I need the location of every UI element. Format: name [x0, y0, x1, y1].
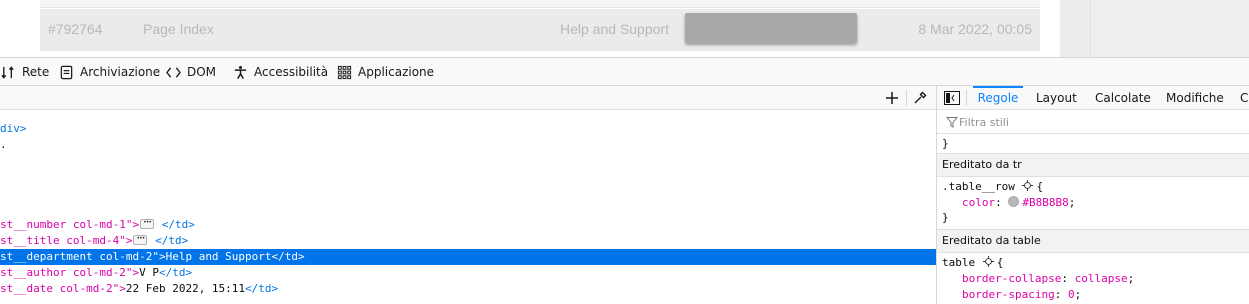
preview-right-pane — [1090, 0, 1249, 57]
markup-line[interactable]: st__title col-md-4"> </td> — [0, 231, 936, 249]
tab-changes[interactable]: Modifiche — [1166, 86, 1224, 110]
tab-label: Accessibilità — [254, 65, 329, 79]
table-row — [40, 0, 1040, 8]
tab-storage[interactable]: Archiviazione — [58, 58, 160, 86]
filter-icon — [946, 117, 958, 128]
application-icon — [336, 64, 352, 80]
markup-toolbar — [0, 86, 936, 110]
tab-label: Archiviazione — [80, 65, 161, 79]
cell-author-highlight — [685, 13, 857, 43]
rule-close-brace: } — [942, 211, 949, 224]
devtools-toolbar: Rete Archiviazione DOM Accessibilità App… — [0, 57, 1249, 86]
filter-bar — [937, 110, 1249, 134]
grid-highlighter-icon[interactable] — [982, 256, 994, 267]
tab-compatibility[interactable]: Co — [1240, 86, 1249, 110]
markup-line-selected[interactable]: st__department col-md-2">Help and Suppor… — [0, 249, 936, 265]
tab-label: Rete — [22, 65, 50, 79]
table-card: #792764 Page Index Help and Support 8 Ma… — [0, 0, 1060, 57]
tab-network[interactable]: Rete — [0, 58, 49, 86]
collapsed-node-button[interactable] — [133, 231, 148, 247]
markup-line[interactable]: div> — [0, 121, 936, 137]
table-row[interactable]: #792764 Page Index Help and Support 8 Ma… — [40, 9, 1040, 51]
cell-date: 8 Mar 2022, 00:05 — [918, 21, 1032, 37]
dom-icon — [165, 64, 181, 80]
eyedropper-button[interactable] — [911, 89, 929, 107]
cell-department: Help and Support — [560, 21, 669, 37]
rule-selector[interactable]: table { — [942, 255, 1003, 271]
cell-title: Page Index — [143, 21, 214, 37]
tab-label: DOM — [187, 65, 217, 79]
toggle-pane-icon[interactable] — [944, 91, 960, 105]
declaration[interactable]: color: #B8B8B8; — [962, 195, 1075, 211]
eyedropper-icon — [914, 91, 927, 104]
markup-line[interactable]: . — [0, 137, 936, 153]
collapsed-node-button[interactable] — [140, 215, 155, 231]
inherited-header: Ereditato da tr — [937, 153, 1249, 177]
accessibility-icon — [232, 64, 248, 80]
storage-icon — [58, 64, 74, 80]
declaration[interactable]: border-collapse: collapse; — [962, 271, 1134, 287]
color-swatch[interactable] — [1008, 196, 1020, 207]
cell-number: #792764 — [48, 21, 103, 37]
tab-layout[interactable]: Layout — [1036, 86, 1077, 110]
markup-panel: div> . st__number col-md-1"> </td> st__t… — [0, 86, 936, 304]
rule-close-brace: } — [942, 137, 949, 150]
declaration[interactable]: border-spacing: 0; — [962, 287, 1081, 303]
grid-highlighter-icon[interactable] — [1022, 180, 1034, 191]
markup-line[interactable]: st__date col-md-2">22 Feb 2022, 15:11</t… — [0, 281, 936, 297]
tab-rules[interactable]: Regole — [973, 86, 1023, 110]
page-preview: #792764 Page Index Help and Support 8 Ma… — [0, 0, 1249, 57]
tab-accessibility[interactable]: Accessibilità — [232, 58, 328, 86]
network-icon — [0, 64, 16, 80]
toolbar-divider — [906, 90, 907, 106]
tab-divider — [966, 90, 967, 106]
tab-label: Applicazione — [358, 65, 435, 79]
tab-dom[interactable]: DOM — [165, 58, 216, 86]
sidebar-tabs: Regole Layout Calcolate Modifiche Co — [937, 86, 1249, 110]
rules-sidebar: Regole Layout Calcolate Modifiche Co } E… — [936, 86, 1249, 304]
markup-line[interactable]: st__author col-md-2">V P</td> — [0, 265, 936, 281]
tab-computed[interactable]: Calcolate — [1095, 86, 1151, 110]
filter-styles-input[interactable] — [959, 113, 1239, 131]
plus-icon — [886, 92, 898, 104]
inherited-header: Ereditato da table — [937, 229, 1249, 253]
add-node-button[interactable] — [883, 89, 901, 107]
tab-application[interactable]: Applicazione — [336, 58, 434, 86]
rule-selector[interactable]: .table__row { — [942, 179, 1043, 195]
